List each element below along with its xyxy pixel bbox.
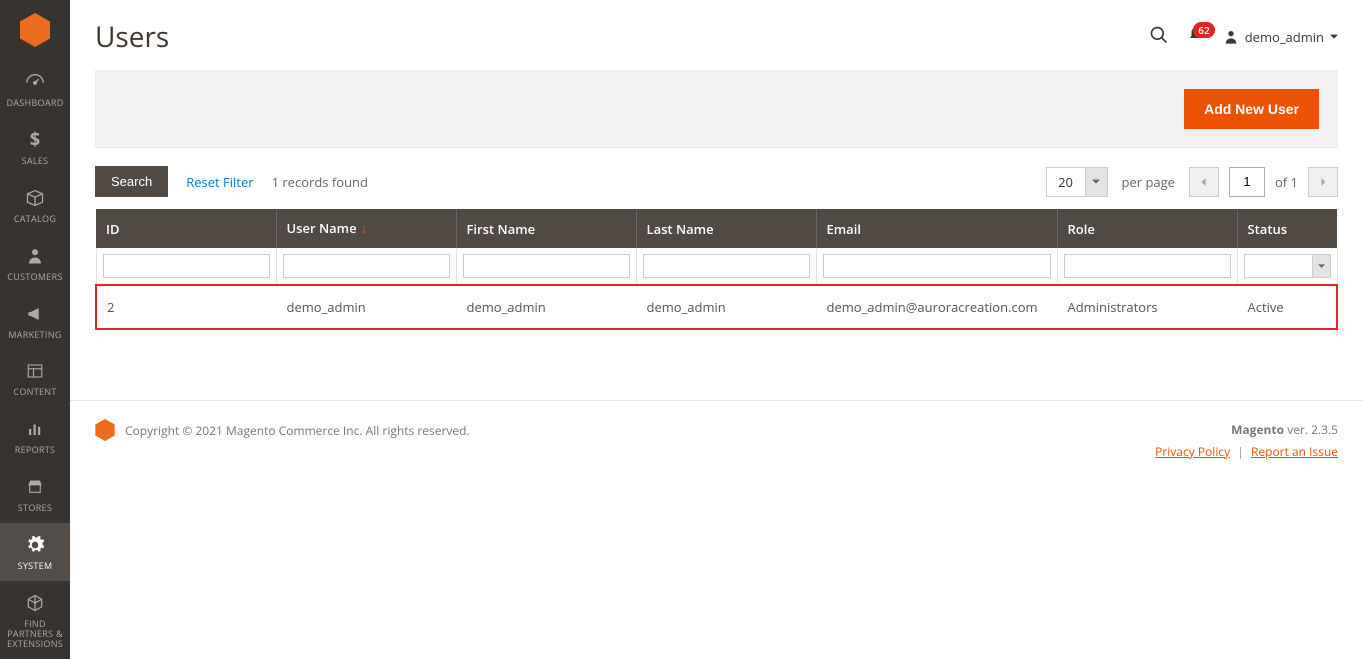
filter-username-input[interactable] (283, 254, 450, 278)
sort-desc-icon: ↓ (361, 219, 368, 238)
cell-id: 2 (96, 285, 276, 329)
logo[interactable] (15, 10, 55, 50)
search-button[interactable]: Search (95, 166, 168, 197)
sidebar-item-system[interactable]: SYSTEM (0, 523, 70, 581)
pager-page-input[interactable] (1229, 167, 1265, 197)
col-id[interactable]: ID (96, 209, 276, 248)
sidebar-item-label: MARKETING (8, 330, 61, 340)
perpage-value: 20 (1047, 168, 1085, 196)
dashboard-icon (23, 70, 47, 94)
dollar-icon: $ (23, 128, 47, 152)
sidebar-item-label: CATALOG (14, 214, 56, 224)
privacy-policy-link[interactable]: Privacy Policy (1155, 443, 1230, 460)
cell-email: demo_admin@auroracreation.com (816, 285, 1057, 329)
notification-badge: 62 (1193, 22, 1214, 38)
user-name: demo_admin (1245, 28, 1324, 46)
svg-text:$: $ (30, 130, 40, 150)
sidebar-item-reports[interactable]: REPORTS (0, 407, 70, 465)
sidebar-item-catalog[interactable]: CATALOG (0, 176, 70, 234)
megaphone-icon (23, 302, 47, 326)
cube-icon (23, 591, 47, 615)
table-row[interactable]: 2 demo_admin demo_admin demo_admin demo_… (96, 285, 1337, 329)
filter-email-input[interactable] (823, 254, 1051, 278)
col-firstname[interactable]: First Name (456, 209, 636, 248)
col-lastname[interactable]: Last Name (636, 209, 816, 248)
storefront-icon (23, 475, 47, 499)
bars-icon (23, 417, 47, 441)
sidebar-item-label: FIND PARTNERS & EXTENSIONS (2, 619, 68, 649)
filter-id-input[interactable] (103, 254, 270, 278)
sidebar-item-stores[interactable]: STORES (0, 465, 70, 523)
cell-status: Active (1237, 285, 1337, 329)
perpage-label: per page (1122, 173, 1175, 191)
sidebar-item-label: REPORTS (15, 445, 56, 455)
user-icon (1223, 29, 1239, 45)
cell-lastname: demo_admin (636, 285, 816, 329)
cell-username: demo_admin (276, 285, 456, 329)
filter-status-select[interactable] (1244, 254, 1331, 278)
magento-icon (95, 419, 115, 441)
action-bar: Add New User (95, 70, 1338, 148)
search-button[interactable] (1149, 25, 1169, 49)
report-issue-link[interactable]: Report an Issue (1251, 443, 1338, 460)
chevron-down-icon (1312, 255, 1330, 277)
reset-filter-link[interactable]: Reset Filter (186, 173, 253, 191)
add-new-user-button[interactable]: Add New User (1184, 89, 1319, 129)
header: Users 62 demo_admin (70, 0, 1363, 70)
col-role[interactable]: Role (1057, 209, 1237, 248)
footer-brand: Magento (1231, 421, 1284, 438)
person-icon (23, 244, 47, 268)
user-menu[interactable]: demo_admin (1223, 28, 1338, 46)
notifications-button[interactable]: 62 (1187, 26, 1205, 48)
sidebar-item-sales[interactable]: $ SALES (0, 118, 70, 176)
sidebar-item-label: STORES (18, 503, 52, 513)
cell-role: Administrators (1057, 285, 1237, 329)
box-icon (23, 186, 47, 210)
sidebar-item-customers[interactable]: CUSTOMERS (0, 234, 70, 292)
copyright: Copyright © 2021 Magento Commerce Inc. A… (125, 422, 470, 439)
perpage-select[interactable]: 20 (1046, 167, 1108, 197)
sidebar-item-dashboard[interactable]: DASHBOARD (0, 60, 70, 118)
filter-role-input[interactable] (1064, 254, 1231, 278)
pager-of-label: of 1 (1275, 173, 1298, 191)
sidebar-item-label: CUSTOMERS (7, 272, 62, 282)
footer-version: ver. 2.3.5 (1284, 421, 1338, 438)
sidebar-item-label: SALES (22, 156, 49, 166)
chevron-down-icon[interactable] (1085, 168, 1107, 196)
sidebar-item-marketing[interactable]: MARKETING (0, 292, 70, 350)
sidebar-item-partners[interactable]: FIND PARTNERS & EXTENSIONS (0, 581, 70, 659)
sidebar-item-label: SYSTEM (18, 561, 53, 571)
col-status[interactable]: Status (1237, 209, 1337, 248)
pager-next-button[interactable] (1308, 167, 1338, 197)
sidebar-item-content[interactable]: CONTENT (0, 349, 70, 407)
gear-icon (23, 533, 47, 557)
layout-icon (23, 359, 47, 383)
footer: Copyright © 2021 Magento Commerce Inc. A… (70, 400, 1363, 492)
sidebar: DASHBOARD $ SALES CATALOG CUSTOMERS MARK… (0, 0, 70, 659)
cell-firstname: demo_admin (456, 285, 636, 329)
users-grid: ID User Name↓ First Name Last Name Email… (95, 209, 1338, 330)
filter-firstname-input[interactable] (463, 254, 630, 278)
records-found: 1 records found (272, 173, 368, 191)
grid-toolbar: Search Reset Filter 1 records found 20 p… (70, 166, 1363, 209)
chevron-down-icon (1330, 33, 1338, 41)
col-username[interactable]: User Name↓ (276, 209, 456, 248)
sidebar-item-label: CONTENT (13, 387, 56, 397)
filter-lastname-input[interactable] (643, 254, 810, 278)
pager-prev-button[interactable] (1189, 167, 1219, 197)
col-email[interactable]: Email (816, 209, 1057, 248)
sidebar-item-label: DASHBOARD (6, 98, 63, 108)
page-title: Users (95, 18, 169, 56)
